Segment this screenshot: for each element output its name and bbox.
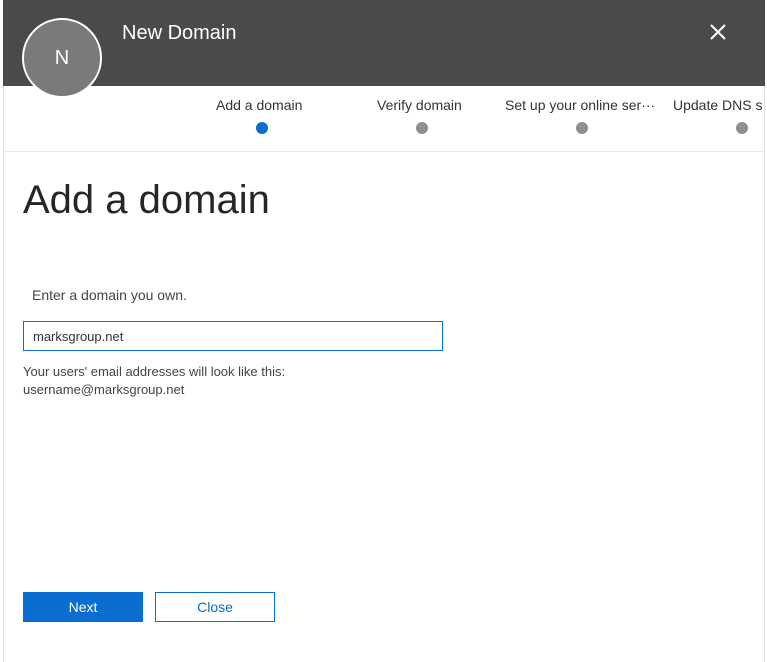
step-label: Verify domain xyxy=(377,97,462,113)
step-label: Update DNS s xyxy=(673,97,763,113)
close-icon[interactable] xyxy=(706,20,730,44)
step-dot xyxy=(416,122,428,134)
domain-prompt: Enter a domain you own. xyxy=(32,287,187,303)
step-label: Set up your online ser··· xyxy=(505,97,656,113)
email-preview-hint: Your users' email addresses will look li… xyxy=(23,363,285,399)
step-label: Add a domain xyxy=(216,97,303,113)
step-indicator: Add a domain Verify domain Set up your o… xyxy=(3,86,765,152)
close-button[interactable]: Close xyxy=(155,592,275,622)
wizard-title: New Domain xyxy=(122,22,237,44)
step-dot-active xyxy=(256,122,268,134)
step-dot xyxy=(736,122,748,134)
hint-text: Your users' email addresses will look li… xyxy=(23,364,286,379)
avatar: N xyxy=(22,18,102,98)
domain-input[interactable] xyxy=(23,321,443,351)
next-button[interactable]: Next xyxy=(23,592,143,622)
wizard-header: New Domain xyxy=(3,0,765,86)
email-preview: username@marksgroup.net xyxy=(23,382,185,397)
step-dot xyxy=(576,122,588,134)
page-title: Add a domain xyxy=(23,178,270,222)
